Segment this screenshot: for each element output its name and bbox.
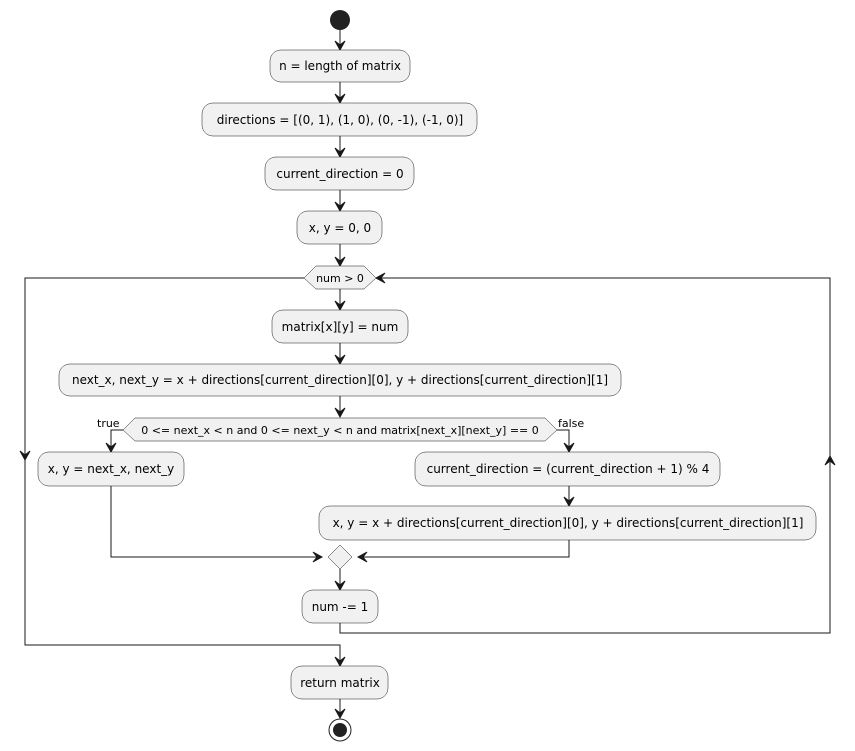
activity-diagram: n = length of matrix directions = [(0, 1… xyxy=(19,10,836,742)
action-label: x, y = x + directions[current_direction]… xyxy=(333,516,804,530)
action-label: directions = [(0, 1), (1, 0), (0, -1), (… xyxy=(217,113,463,127)
decision-label: 0 <= next_x < n and 0 <= next_y < n and … xyxy=(141,424,539,437)
action-label: x, y = next_x, next_y xyxy=(48,462,175,476)
edge-move-merge xyxy=(110,486,322,558)
action-turn: current_direction = (current_direction +… xyxy=(414,451,721,487)
action-label: current_direction = (current_direction +… xyxy=(427,462,710,476)
branch-label-false: false xyxy=(558,417,584,430)
action-decrement: num -= 1 xyxy=(301,589,379,624)
decision-check: 0 <= next_x < n and 0 <= next_y < n and … xyxy=(122,417,558,442)
action-label: x, y = 0, 0 xyxy=(309,221,371,235)
action-label: current_direction = 0 xyxy=(276,167,403,181)
action-label: return matrix xyxy=(300,676,380,690)
action-label: next_x, next_y = x + directions[current_… xyxy=(72,373,608,387)
action-current-direction: current_direction = 0 xyxy=(264,156,415,191)
action-directions: directions = [(0, 1), (1, 0), (0, -1), (… xyxy=(201,102,478,137)
branch-label-true: true xyxy=(97,417,120,430)
merge-node xyxy=(327,544,353,570)
action-return: return matrix xyxy=(290,665,389,700)
action-label: matrix[x][y] = num xyxy=(282,320,399,334)
action-move: x, y = next_x, next_y xyxy=(37,451,185,487)
action-label: n = length of matrix xyxy=(279,59,401,73)
action-set-cell: matrix[x][y] = num xyxy=(271,309,409,344)
action-move-turned: x, y = x + directions[current_direction]… xyxy=(318,505,817,541)
action-xy-init: x, y = 0, 0 xyxy=(296,210,383,245)
decision-label: num > 0 xyxy=(316,272,364,285)
decision-loop: num > 0 xyxy=(303,265,377,290)
action-next-xy: next_x, next_y = x + directions[current_… xyxy=(58,363,622,397)
end-node xyxy=(328,718,352,742)
edge-moveturned-merge xyxy=(358,540,570,558)
start-node xyxy=(330,10,350,30)
action-label: num -= 1 xyxy=(312,600,369,614)
action-n-length: n = length of matrix xyxy=(269,49,411,83)
